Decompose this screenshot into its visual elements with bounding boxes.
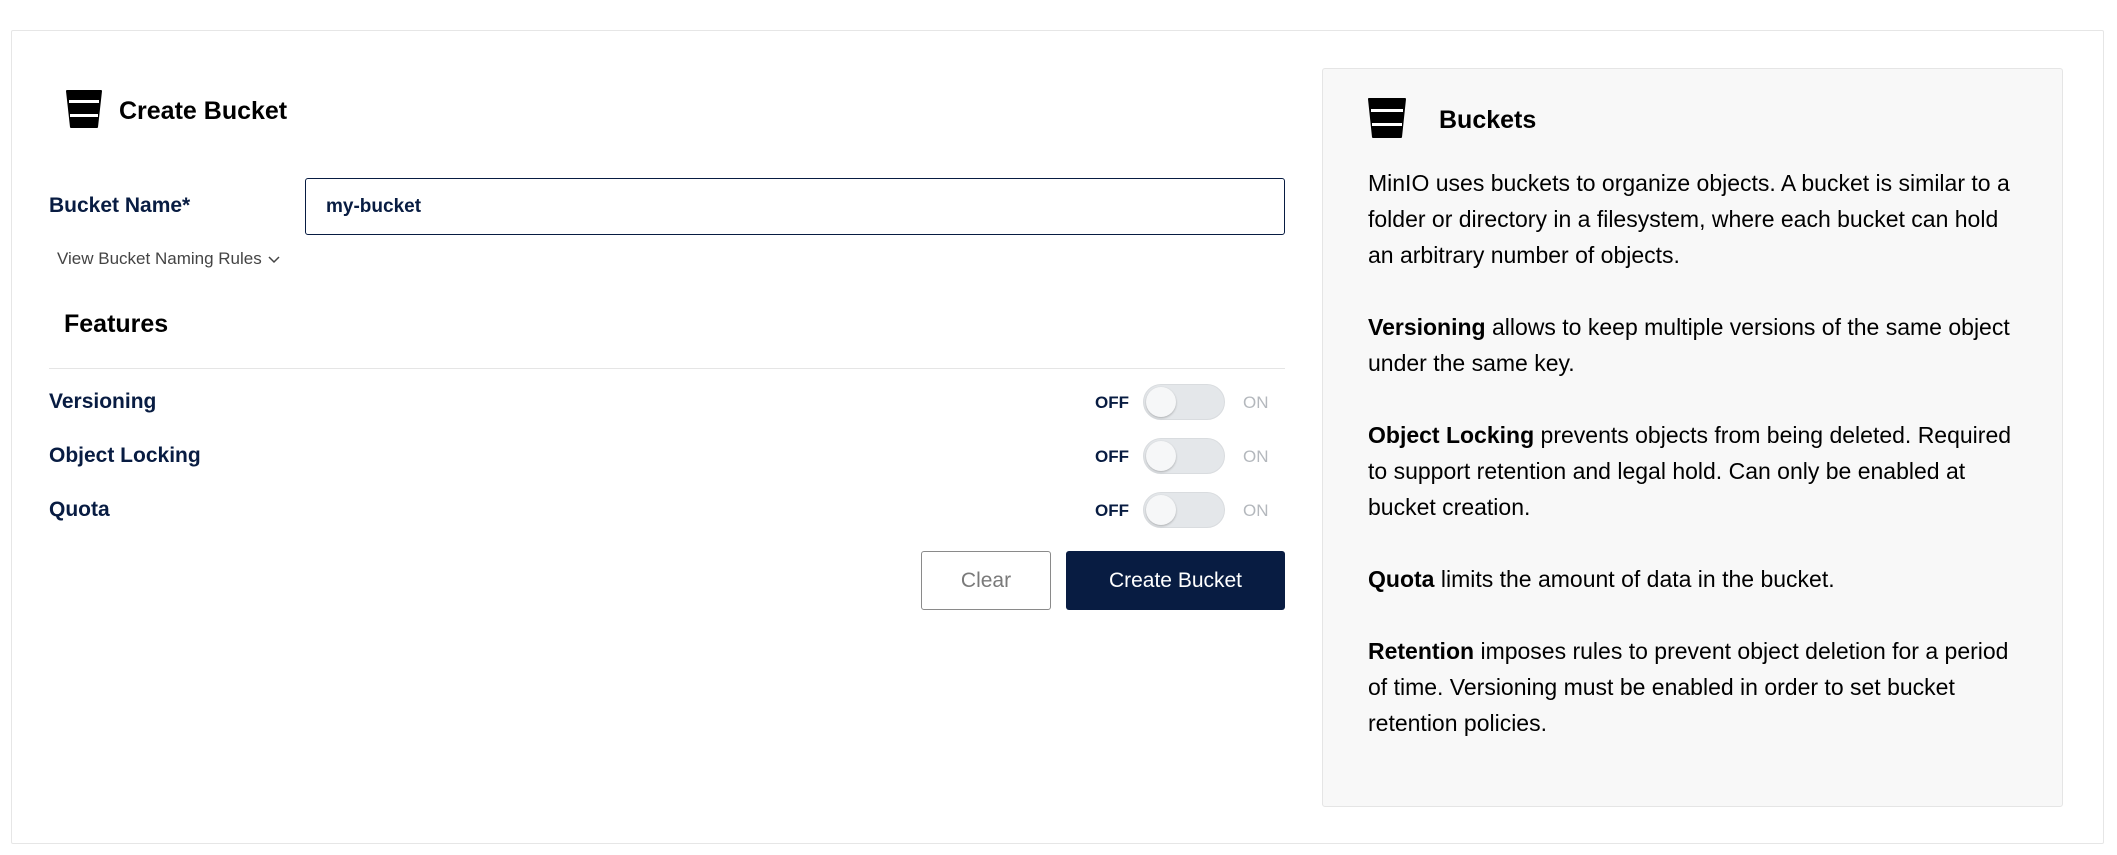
help-header: Buckets: [1367, 97, 1537, 144]
object-locking-off-label: OFF: [1095, 447, 1129, 466]
quota-off-label: OFF: [1095, 501, 1129, 520]
help-text: limits the amount of data in the bucket.: [1434, 566, 1835, 592]
help-intro: MinIO uses buckets to organize objects. …: [1368, 170, 2010, 268]
versioning-label: Versioning: [49, 390, 157, 413]
quota-on-label: ON: [1243, 501, 1269, 520]
naming-rules-link[interactable]: View Bucket Naming Rules: [57, 249, 280, 269]
create-bucket-form: Create Bucket Bucket Name* View Bucket N…: [49, 0, 1285, 855]
help-panel: Buckets MinIO uses buckets to organize o…: [1322, 68, 2063, 807]
feature-row-quota: Quota OFF ON: [49, 490, 1285, 530]
form-header: Create Bucket: [65, 88, 287, 134]
versioning-toggle-group: OFF ON: [1095, 384, 1285, 420]
help-title: Buckets: [1439, 105, 1537, 134]
bucket-icon: [65, 89, 103, 134]
bucket-name-row: Bucket Name*: [49, 178, 1285, 235]
help-item-versioning: Versioning allows to keep multiple versi…: [1368, 309, 2028, 381]
help-item-retention: Retention imposes rules to prevent objec…: [1368, 633, 2028, 741]
bucket-icon: [1367, 97, 1407, 144]
feature-row-versioning: Versioning OFF ON: [49, 382, 1285, 422]
help-term: Versioning: [1368, 314, 1486, 340]
quota-label: Quota: [49, 498, 110, 521]
feature-row-object-locking: Object Locking OFF ON: [49, 436, 1285, 476]
versioning-on-label: ON: [1243, 393, 1269, 412]
versioning-toggle[interactable]: [1143, 384, 1225, 420]
toggle-knob: [1146, 387, 1176, 417]
help-term: Quota: [1368, 566, 1435, 592]
toggle-knob: [1146, 441, 1176, 471]
help-term: Retention: [1368, 638, 1475, 664]
object-locking-label: Object Locking: [49, 444, 201, 467]
bucket-name-label: Bucket Name*: [49, 194, 191, 217]
object-locking-on-label: ON: [1243, 447, 1269, 466]
bucket-name-input[interactable]: [305, 178, 1285, 235]
quota-toggle[interactable]: [1143, 492, 1225, 528]
toggle-knob: [1146, 495, 1176, 525]
help-item-quota: Quota limits the amount of data in the b…: [1368, 561, 2028, 597]
features-divider: [49, 368, 1285, 369]
help-body: MinIO uses buckets to organize objects. …: [1368, 165, 2028, 777]
create-bucket-button[interactable]: Create Bucket: [1066, 551, 1285, 610]
quota-toggle-group: OFF ON: [1095, 492, 1285, 528]
page-title: Create Bucket: [119, 96, 288, 125]
versioning-off-label: OFF: [1095, 393, 1129, 412]
clear-button[interactable]: Clear: [921, 551, 1051, 610]
naming-rules-label: View Bucket Naming Rules: [57, 249, 262, 268]
help-item-object-locking: Object Locking prevents objects from bei…: [1368, 417, 2028, 525]
object-locking-toggle-group: OFF ON: [1095, 438, 1285, 474]
features-heading: Features: [64, 310, 169, 338]
chevron-down-icon: [268, 249, 280, 269]
help-term: Object Locking: [1368, 422, 1535, 448]
object-locking-toggle[interactable]: [1143, 438, 1225, 474]
page: Create Bucket Bucket Name* View Bucket N…: [0, 0, 2117, 855]
